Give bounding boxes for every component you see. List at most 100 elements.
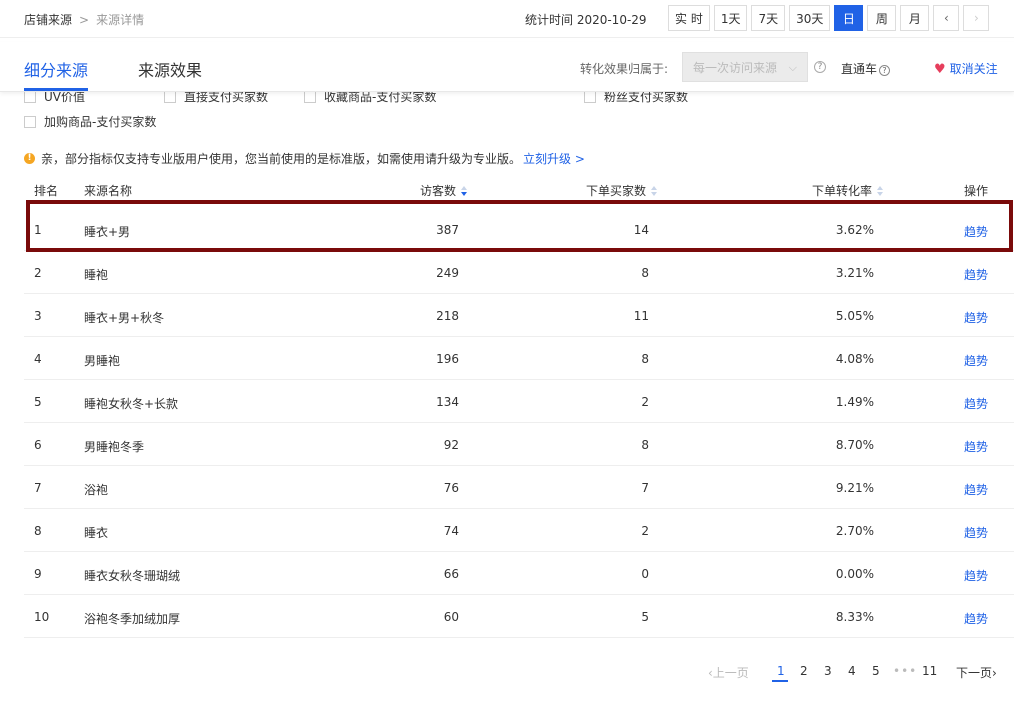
checkbox[interactable] (24, 90, 36, 103)
page-ellipsis[interactable]: ••• (893, 664, 917, 678)
page-4[interactable]: 4 (848, 664, 856, 678)
breadcrumb-current: 来源详情 (96, 13, 145, 27)
trend-link[interactable]: 趋势 (964, 481, 988, 498)
tab-source-effect[interactable]: 来源效果 (138, 57, 202, 81)
trend-link[interactable]: 趋势 (964, 309, 988, 326)
row-rank: 7 (34, 481, 42, 495)
trend-link[interactable]: 趋势 (964, 438, 988, 455)
row-conversion-rate: 5.05% (835, 309, 874, 323)
tabs-bar: 细分来源 来源效果 转化效果归属于: 每一次访问来源 ⌵ ? 直通车? ♥ 取消关… (0, 42, 1014, 92)
header-uv-label: 访客数 (420, 184, 457, 198)
trend-link[interactable]: 趋势 (964, 567, 988, 584)
checkbox[interactable] (584, 90, 596, 103)
checkbox[interactable] (24, 115, 36, 128)
row-buyers: 7 (641, 481, 649, 495)
header-buyers-label: 下单买家数 (586, 184, 647, 198)
period-week-button[interactable]: 周 (867, 5, 897, 31)
row-conversion-rate: 3.21% (835, 266, 874, 280)
row-source-name: 男睡袍 (84, 354, 121, 368)
row-visitors: 196 (436, 352, 459, 366)
breadcrumb-separator: > (79, 13, 90, 27)
breadcrumb: 店铺来源 > 来源详情 (24, 11, 144, 28)
row-rank: 8 (34, 524, 42, 538)
pagination-next[interactable]: 下一页› (956, 664, 997, 682)
checkbox[interactable] (164, 90, 176, 103)
row-conversion-rate: 2.70% (835, 524, 874, 538)
page-1[interactable]: 1 (777, 664, 785, 678)
trend-link[interactable]: 趋势 (964, 395, 988, 412)
row-rank: 1 (34, 223, 42, 237)
trend-link[interactable]: 趋势 (964, 266, 988, 283)
ztc-link[interactable]: 直通车? (841, 60, 891, 77)
header-uv[interactable]: 访客数 (420, 182, 468, 199)
trend-link[interactable]: 趋势 (964, 223, 988, 240)
row-visitors: 387 (436, 223, 459, 237)
table-row: 5 睡袍女秋冬+长款 134 2 1.49% 趋势 (24, 380, 1014, 423)
period-day-button[interactable]: 日 (834, 5, 864, 31)
row-conversion-rate: 9.21% (835, 481, 874, 495)
upgrade-notice: ! 亲，部分指标仅支持专业版用户使用，您当前使用的是标准版，如需使用请升级为专业… (24, 150, 585, 167)
table-row: 10 浴袍冬季加绒加厚 60 5 8.33% 趋势 (24, 595, 1014, 638)
heart-icon: ♥ (934, 62, 946, 77)
period-realtime-button[interactable]: 实 时 (668, 5, 710, 31)
row-buyers: 5 (641, 610, 649, 624)
sort-icon[interactable] (651, 186, 658, 196)
checkbox[interactable] (304, 90, 316, 103)
sort-icon[interactable] (461, 186, 468, 196)
header-rank: 排名 (34, 184, 59, 198)
breadcrumb-root[interactable]: 店铺来源 (24, 13, 72, 27)
period-prev-button[interactable]: ‹ (933, 5, 960, 31)
attribution-selected-value: 每一次访问来源 (693, 60, 778, 75)
table-row: 9 睡衣女秋冬珊瑚绒 66 0 0.00% 趋势 (24, 552, 1014, 595)
active-tab-underline (24, 88, 88, 91)
page-2[interactable]: 2 (800, 664, 808, 678)
row-visitors: 218 (436, 309, 459, 323)
warning-icon: ! (24, 153, 35, 164)
help-icon[interactable]: ? (814, 61, 826, 73)
period-month-button[interactable]: 月 (900, 5, 930, 31)
table-row: 2 睡袍 249 8 3.21% 趋势 (24, 251, 1014, 294)
header-buyers[interactable]: 下单买家数 (586, 182, 658, 199)
period-30day-button[interactable]: 30天 (789, 5, 831, 31)
row-source-name: 睡衣+男 (84, 225, 131, 239)
attribution-label: 转化效果归属于: (580, 62, 669, 76)
sort-icon[interactable] (877, 186, 884, 196)
row-source-name: 睡衣 (84, 526, 109, 540)
tab-sub-source[interactable]: 细分来源 (24, 57, 88, 81)
row-rank: 6 (34, 438, 42, 452)
page-5[interactable]: 5 (872, 664, 880, 678)
trend-link[interactable]: 趋势 (964, 610, 988, 627)
table-row: 7 浴袍 76 7 9.21% 趋势 (24, 466, 1014, 509)
page-3[interactable]: 3 (824, 664, 832, 678)
period-next-button[interactable]: › (963, 5, 990, 31)
checkbox-label: 加购商品-支付买家数 (44, 115, 157, 129)
attribution-select[interactable]: 每一次访问来源 ⌵ (682, 52, 808, 82)
table-header: 排名 来源名称 访客数 下单买家数 下单转化率 操作 (24, 177, 1014, 201)
table-row: 6 男睡袍冬季 92 8 8.70% 趋势 (24, 423, 1014, 466)
top-bar: 店铺来源 > 来源详情 统计时间 2020-10-29 实 时 1天 7天 30天 … (0, 0, 1014, 38)
row-rank: 3 (34, 309, 42, 323)
page-11[interactable]: 11 (922, 664, 937, 678)
header-name: 来源名称 (84, 184, 133, 198)
row-rank: 2 (34, 266, 42, 280)
chevron-left-icon: ‹ (943, 11, 949, 25)
current-page-indicator (772, 680, 788, 682)
row-buyers: 8 (641, 352, 649, 366)
upgrade-link[interactable]: 立刻升级 > (523, 150, 585, 167)
row-buyers: 11 (633, 309, 649, 323)
ztc-label: 直通车 (841, 62, 878, 76)
trend-link[interactable]: 趋势 (964, 352, 988, 369)
metric-checkbox-cart-pay[interactable]: 加购商品-支付买家数 (24, 113, 156, 130)
trend-link[interactable]: 趋势 (964, 524, 988, 541)
header-rate[interactable]: 下单转化率 (812, 182, 884, 199)
pagination-prev[interactable]: ‹上一页 (708, 664, 749, 682)
row-visitors: 76 (443, 481, 459, 495)
row-source-name: 男睡袍冬季 (84, 440, 145, 454)
row-rank: 10 (34, 610, 50, 624)
row-source-name: 浴袍 (84, 483, 109, 497)
period-1day-button[interactable]: 1天 (713, 5, 748, 31)
row-buyers: 14 (633, 223, 649, 237)
period-7day-button[interactable]: 7天 (751, 5, 786, 31)
unfollow-button[interactable]: ♥ 取消关注 (934, 60, 998, 77)
row-source-name: 睡袍 (84, 268, 109, 282)
